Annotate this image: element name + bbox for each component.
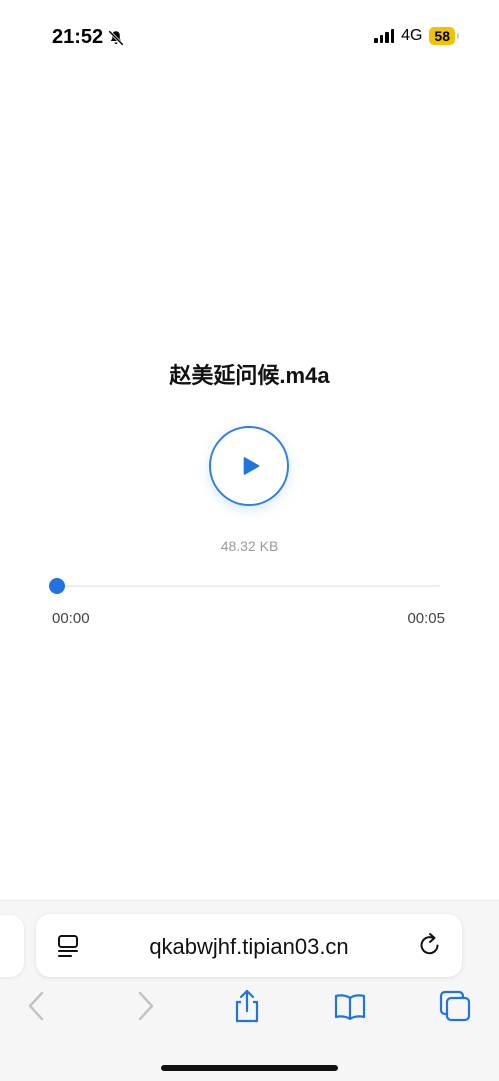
book-icon bbox=[334, 994, 366, 1021]
previous-tab-peek[interactable] bbox=[0, 915, 24, 977]
browser-bottom-bar: qkabwjhf.tipian03.cn bbox=[0, 900, 499, 1081]
battery-indicator: 58 bbox=[429, 27, 459, 45]
share-icon bbox=[235, 989, 259, 1023]
status-right: 4G 58 bbox=[374, 27, 459, 45]
chevron-left-icon bbox=[28, 991, 44, 1021]
current-time: 00:00 bbox=[52, 610, 90, 627]
status-bar: 21:52 4G 58 bbox=[0, 0, 499, 70]
tabs-icon bbox=[439, 990, 471, 1022]
chevron-right-icon bbox=[138, 991, 154, 1021]
forward-button[interactable] bbox=[128, 989, 162, 1023]
page-menu-icon[interactable] bbox=[54, 932, 82, 960]
url-text[interactable]: qkabwjhf.tipian03.cn bbox=[96, 934, 402, 960]
bell-slash-icon bbox=[108, 29, 124, 46]
tabs-button[interactable] bbox=[438, 989, 472, 1023]
network-type: 4G bbox=[401, 27, 423, 44]
address-bar[interactable]: qkabwjhf.tipian03.cn bbox=[36, 914, 462, 977]
play-icon bbox=[243, 457, 260, 475]
progress-track[interactable] bbox=[57, 585, 440, 587]
share-button[interactable] bbox=[230, 989, 264, 1023]
duration: 00:05 bbox=[407, 610, 445, 627]
reload-icon[interactable] bbox=[416, 931, 444, 959]
bookmarks-button[interactable] bbox=[333, 989, 367, 1023]
audio-title: 赵美延问候.m4a bbox=[169, 363, 330, 388]
file-size: 48.32 KB bbox=[220, 538, 279, 554]
cellular-signal-icon bbox=[374, 29, 395, 43]
play-button[interactable] bbox=[209, 426, 289, 506]
time-label: 21:52 bbox=[52, 26, 104, 48]
home-indicator bbox=[161, 1065, 338, 1071]
back-button[interactable] bbox=[20, 989, 54, 1023]
browser-toolbar bbox=[0, 989, 499, 1029]
progress-thumb[interactable] bbox=[49, 578, 65, 594]
status-time: 21:52 bbox=[52, 26, 125, 49]
